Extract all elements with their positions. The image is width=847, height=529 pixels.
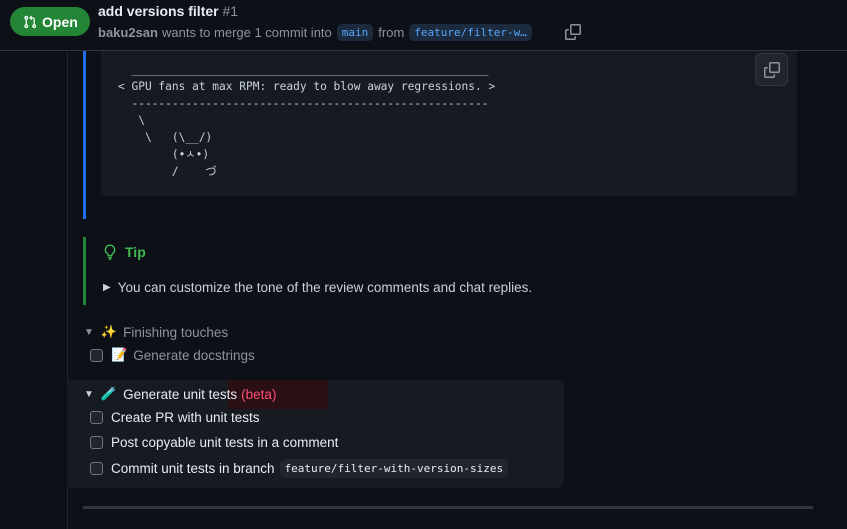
tip-summary[interactable]: ▶ You can customize the tone of the revi… <box>103 280 532 295</box>
base-branch[interactable]: main <box>336 24 374 41</box>
code-block: ________________________________________… <box>101 51 797 196</box>
blockquote-bar <box>83 51 86 219</box>
commit-branch-label: Commit unit tests in branch <box>111 461 275 476</box>
post-comment-label: Post copyable unit tests in a comment <box>111 435 339 450</box>
triangle-down-icon: ▼ <box>84 388 94 400</box>
docstrings-option: 📝 Generate docstrings <box>90 347 255 363</box>
triangle-right-icon: ▶ <box>103 282 111 293</box>
sparkles-icon: ✨ <box>100 324 118 339</box>
tip-label: Tip <box>125 244 146 260</box>
commit-branch-checkbox[interactable] <box>90 462 103 475</box>
docstrings-label: Generate docstrings <box>133 347 255 363</box>
create-pr-checkbox[interactable] <box>90 411 103 424</box>
unit-tests-toggle[interactable]: ▼ 🧪 Generate unit tests (beta) <box>84 386 276 402</box>
lightbulb-icon <box>104 244 116 260</box>
beta-badge: (beta) <box>241 386 277 402</box>
copy-code-button[interactable] <box>755 53 788 86</box>
copy-icon <box>763 61 780 78</box>
pr-title: add versions filter #1 <box>98 3 238 19</box>
divider <box>83 506 813 509</box>
cowsay-text: ________________________________________… <box>118 63 496 178</box>
copy-icon <box>565 24 581 40</box>
tip-bar <box>83 237 86 305</box>
post-comment-checkbox[interactable] <box>90 436 103 449</box>
unit-test-option-commit-branch: Commit unit tests in branch feature/filt… <box>90 459 509 478</box>
finishing-touches-toggle[interactable]: ▼ ✨ Finishing touches <box>84 324 228 340</box>
test-tube-icon: 🧪 <box>100 386 118 401</box>
tip-heading: Tip <box>103 244 146 260</box>
finishing-touches-label: Finishing touches <box>123 324 229 340</box>
tip-summary-text: You can customize the tone of the review… <box>117 280 533 295</box>
unit-tests-branch-name: feature/filter-with-version-sizes <box>279 459 509 478</box>
unit-test-option-create-pr: Create PR with unit tests <box>90 410 260 425</box>
from-text: from <box>378 25 405 40</box>
document-icon: 📝 <box>111 347 128 362</box>
unit-test-option-post-comment: Post copyable unit tests in a comment <box>90 435 338 450</box>
pr-meta: baku2san wants to merge 1 commit into ma… <box>98 24 537 41</box>
author-link[interactable]: baku2san <box>98 25 158 40</box>
docstrings-checkbox[interactable] <box>90 348 103 362</box>
merge-text: wants to merge 1 commit into <box>161 25 332 40</box>
pr-header: Open add versions filter #1 baku2san wan… <box>0 0 847 51</box>
pr-title-text: add versions filter <box>98 3 219 19</box>
copy-branch-button[interactable] <box>563 22 583 42</box>
git-pull-request-icon <box>24 15 37 28</box>
pr-state-badge: Open <box>10 7 90 36</box>
create-pr-label: Create PR with unit tests <box>111 410 260 425</box>
pr-state-label: Open <box>42 13 78 30</box>
unit-tests-label: Generate unit tests <box>123 386 238 402</box>
pr-number: #1 <box>222 3 239 19</box>
triangle-down-icon: ▼ <box>84 326 94 338</box>
head-branch[interactable]: feature/filter-w… <box>409 24 532 41</box>
